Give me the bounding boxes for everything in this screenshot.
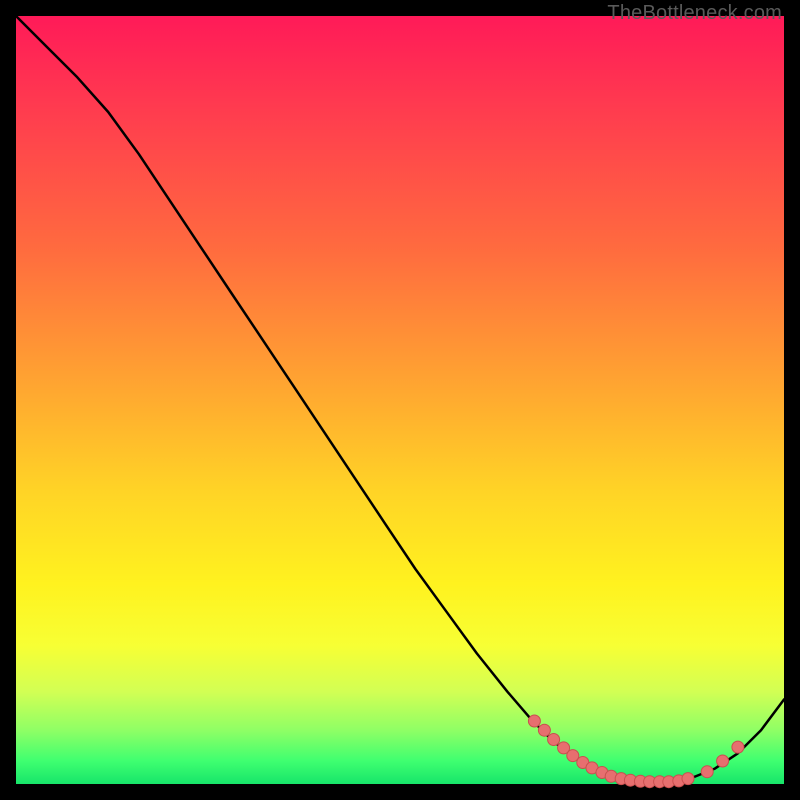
marker-point xyxy=(548,734,560,746)
marker-point xyxy=(528,715,540,727)
marker-point xyxy=(717,755,729,767)
marker-point xyxy=(538,724,550,736)
plot-area xyxy=(16,16,784,784)
marker-point xyxy=(701,766,713,778)
chart-svg xyxy=(16,16,784,784)
highlight-markers xyxy=(528,715,744,788)
watermark-text: TheBottleneck.com xyxy=(607,2,782,25)
chart-frame: TheBottleneck.com xyxy=(0,0,800,800)
marker-point xyxy=(732,741,744,753)
marker-point xyxy=(682,773,694,785)
series-curve xyxy=(16,16,784,782)
